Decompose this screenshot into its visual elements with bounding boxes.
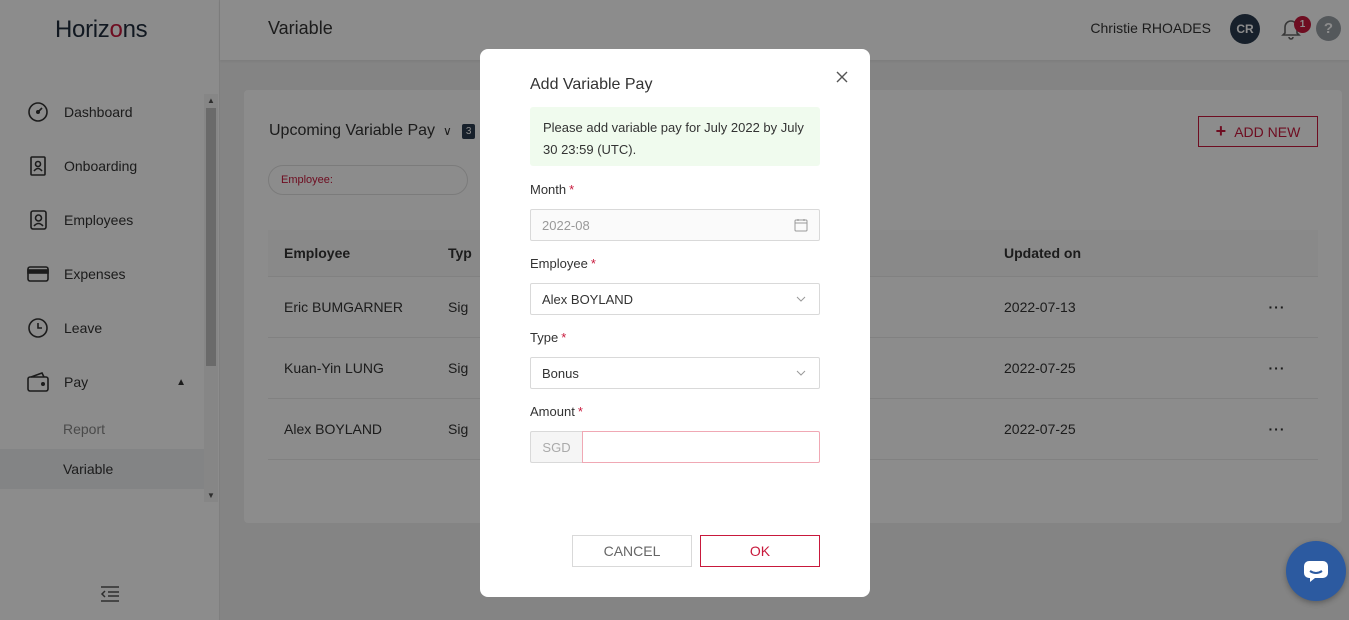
amount-label-text: Amount — [530, 404, 575, 419]
type-value: Bonus — [542, 365, 579, 381]
chat-widget-button[interactable] — [1286, 541, 1346, 601]
deadline-notice: Please add variable pay for July 2022 by… — [530, 107, 820, 166]
cancel-button[interactable]: CANCEL — [572, 535, 692, 567]
close-icon[interactable] — [834, 69, 850, 85]
type-label: Type * — [530, 330, 566, 345]
required-mark: * — [561, 330, 567, 345]
employee-select[interactable]: Alex BOYLAND — [530, 283, 820, 315]
type-select[interactable]: Bonus — [530, 357, 820, 389]
required-mark: * — [590, 256, 596, 271]
add-variable-pay-modal: Add Variable Pay Please add variable pay… — [480, 49, 870, 597]
chat-icon — [1304, 561, 1328, 582]
employee-label-text: Employee — [530, 256, 588, 271]
employee-value: Alex BOYLAND — [542, 291, 634, 307]
employee-label: Employee * — [530, 256, 596, 271]
required-mark: * — [569, 182, 575, 197]
type-label-text: Type — [530, 330, 559, 345]
calendar-icon[interactable] — [794, 218, 808, 232]
modal-title: Add Variable Pay — [530, 76, 653, 93]
month-picker[interactable]: 2022-08 — [530, 209, 820, 241]
currency-addon: SGD — [530, 431, 582, 463]
month-value: 2022-08 — [542, 217, 590, 233]
amount-label: Amount * — [530, 404, 583, 419]
chevron-down-icon — [796, 296, 806, 302]
required-mark: * — [577, 404, 583, 419]
ok-button[interactable]: OK — [700, 535, 820, 567]
month-label-text: Month — [530, 182, 567, 197]
chevron-down-icon — [796, 370, 806, 376]
amount-field: SGD — [530, 431, 820, 463]
amount-input[interactable] — [582, 431, 820, 463]
month-label: Month * — [530, 182, 574, 197]
